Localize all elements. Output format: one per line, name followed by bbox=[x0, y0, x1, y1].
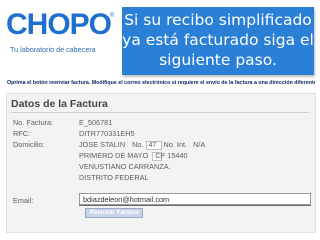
title-divider bbox=[11, 112, 309, 113]
invoice-number-value: E_506781 bbox=[79, 118, 113, 127]
wordmark-text: CHOPO bbox=[6, 8, 112, 41]
cp-value: 15440 bbox=[167, 151, 188, 160]
int-number-value: N/A bbox=[193, 140, 206, 149]
invoice-number-label: No. Factura: bbox=[13, 118, 54, 127]
estado-value: DISTRITO FEDERAL bbox=[79, 173, 149, 182]
street-value: JOSE STALIN bbox=[79, 140, 126, 149]
rfc-value: DITR770331EH5 bbox=[79, 129, 135, 138]
municipio-value: VENUSTIANO CARRANZA. bbox=[79, 162, 171, 171]
address-colonia-row: PRIMERO DE MAYO CP 15440 bbox=[79, 151, 188, 161]
brand-logo: CHOPO ® Tu laboratorio de cabecera bbox=[6, 8, 118, 60]
callout-line-1: Si su recibo simplificado bbox=[124, 11, 312, 29]
ext-number-value: 47 bbox=[145, 140, 162, 150]
instruction-text: Oprima el botón reenviar factura. Modifi… bbox=[7, 80, 315, 86]
email-field[interactable] bbox=[79, 193, 311, 205]
address-label: Domicilio: bbox=[13, 140, 45, 149]
colonia-value: PRIMERO DE MAYO bbox=[79, 151, 149, 160]
resend-invoice-button[interactable]: Reenviar Factura bbox=[85, 208, 143, 218]
brand-tagline: Tu laboratorio de cabecera bbox=[10, 45, 96, 54]
cp-label: CP bbox=[152, 151, 165, 161]
email-label: Email: bbox=[13, 196, 34, 205]
address-street-row: JOSE STALIN No. 47 No. Int. N/A bbox=[79, 140, 205, 150]
callout-line-3: siguiente paso. bbox=[159, 51, 277, 69]
registered-mark: ® bbox=[110, 12, 115, 19]
ext-number-label: No. bbox=[132, 140, 144, 149]
instruction-callout: Si su recibo simplificado ya está factur… bbox=[122, 7, 314, 75]
int-number-label: No. Int. bbox=[163, 140, 188, 149]
email-field-underline bbox=[79, 205, 311, 206]
callout-line-2: ya está facturado siga el bbox=[122, 31, 314, 49]
rfc-label: RFC: bbox=[13, 129, 31, 138]
chopo-wordmark-logo: CHOPO ® bbox=[6, 8, 115, 41]
panel-title: Datos de la Factura bbox=[11, 98, 108, 110]
invoice-data-panel: Datos de la Factura No. Factura: E_50678… bbox=[6, 93, 316, 233]
